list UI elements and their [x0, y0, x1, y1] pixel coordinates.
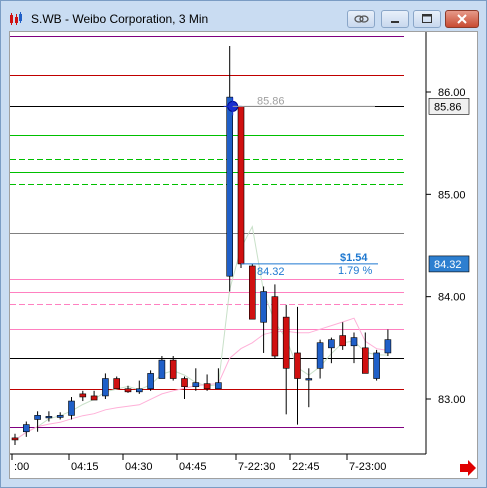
candle-body-17 [203, 383, 211, 390]
candle-body-11 [136, 388, 143, 393]
price-tick-label-1: 85.00 [438, 189, 466, 201]
annotation-percent: 1.79 % [338, 265, 372, 277]
close-icon [457, 14, 467, 24]
candlestick-chart[interactable]: 86.00 85.00 84.00 83.00 85.86 84.32 :00 04:15 04… [10, 32, 477, 478]
time-tick-label-5: 22:45 [292, 461, 320, 473]
maximize-icon [422, 14, 432, 23]
chart-area[interactable]: 86.00 85.00 84.00 83.00 85.86 84.32 :00 04:15 04… [9, 31, 478, 479]
candle-body-10 [124, 388, 132, 393]
candle-body-32 [373, 352, 380, 379]
link-icon [354, 15, 369, 23]
candle-body-22 [260, 291, 267, 323]
candle-body-33 [384, 339, 392, 354]
candle-body-14 [169, 359, 177, 379]
candle-body-31 [361, 347, 369, 374]
candle-body-12 [147, 373, 154, 390]
candle-body-0 [11, 437, 19, 441]
close-button[interactable] [445, 10, 479, 28]
chart-window: S.WB - Weibo Corporation, 3 Min 86.00 85… [0, 0, 487, 488]
candle-body-26 [305, 378, 313, 381]
candle-body-9 [113, 378, 120, 390]
candle-body-18 [215, 382, 222, 390]
candle-body-3 [45, 416, 53, 419]
minimize-button[interactable] [381, 10, 409, 28]
moving-average-slow [14, 317, 388, 441]
last-price-label: 85.86 [434, 101, 462, 113]
window-title: S.WB - Weibo Corporation, 3 Min [31, 12, 209, 26]
candle-body-4 [56, 415, 64, 418]
candle-body-7 [90, 395, 98, 401]
current-price-label: 84.32 [434, 259, 462, 271]
title-bar[interactable]: S.WB - Weibo Corporation, 3 Min [1, 1, 486, 31]
scroll-right-arrow-icon[interactable] [460, 460, 476, 476]
candle-body-8 [102, 378, 109, 397]
time-tick-label-1: 04:15 [71, 461, 99, 473]
candle-body-28 [328, 339, 335, 349]
time-tick-label-2: 04:30 [125, 461, 153, 473]
price-tick-label-2: 84.00 [438, 292, 466, 304]
candle-body-24 [282, 316, 290, 369]
price-tick-label-0: 86.00 [438, 87, 466, 99]
candlestick-chart-icon [10, 12, 22, 25]
candle-body-19 [226, 96, 233, 277]
candle-body-5 [68, 400, 75, 416]
candle-body-1 [23, 424, 30, 433]
time-tick-label-4: 7-22:30 [238, 461, 275, 473]
candle-body-27 [316, 342, 324, 369]
minimize-icon [391, 21, 399, 23]
candle-body-21 [249, 265, 256, 320]
time-tick-label-6: 7-23:00 [349, 461, 386, 473]
time-tick-label-3: 04:45 [179, 461, 207, 473]
candle-body-30 [350, 337, 358, 347]
candle-body-13 [158, 359, 166, 379]
annotation-high: 85.86 [257, 95, 285, 107]
candle-body-16 [192, 382, 200, 388]
candle-body-23 [271, 296, 279, 357]
candle-body-6 [79, 393, 87, 398]
candle-body-15 [181, 378, 188, 388]
annotation-change: $1.54 [340, 252, 368, 264]
candle-body-20 [237, 106, 245, 265]
candle-body-2 [34, 415, 41, 420]
price-tick-label-3: 83.00 [438, 394, 466, 406]
candle-body-29 [339, 335, 347, 347]
candle-body-25 [294, 352, 301, 379]
annotation-low: 84.32 [257, 266, 285, 278]
time-tick-label-0: :00 [14, 461, 29, 473]
maximize-button[interactable] [413, 10, 441, 28]
link-button[interactable] [347, 10, 375, 28]
